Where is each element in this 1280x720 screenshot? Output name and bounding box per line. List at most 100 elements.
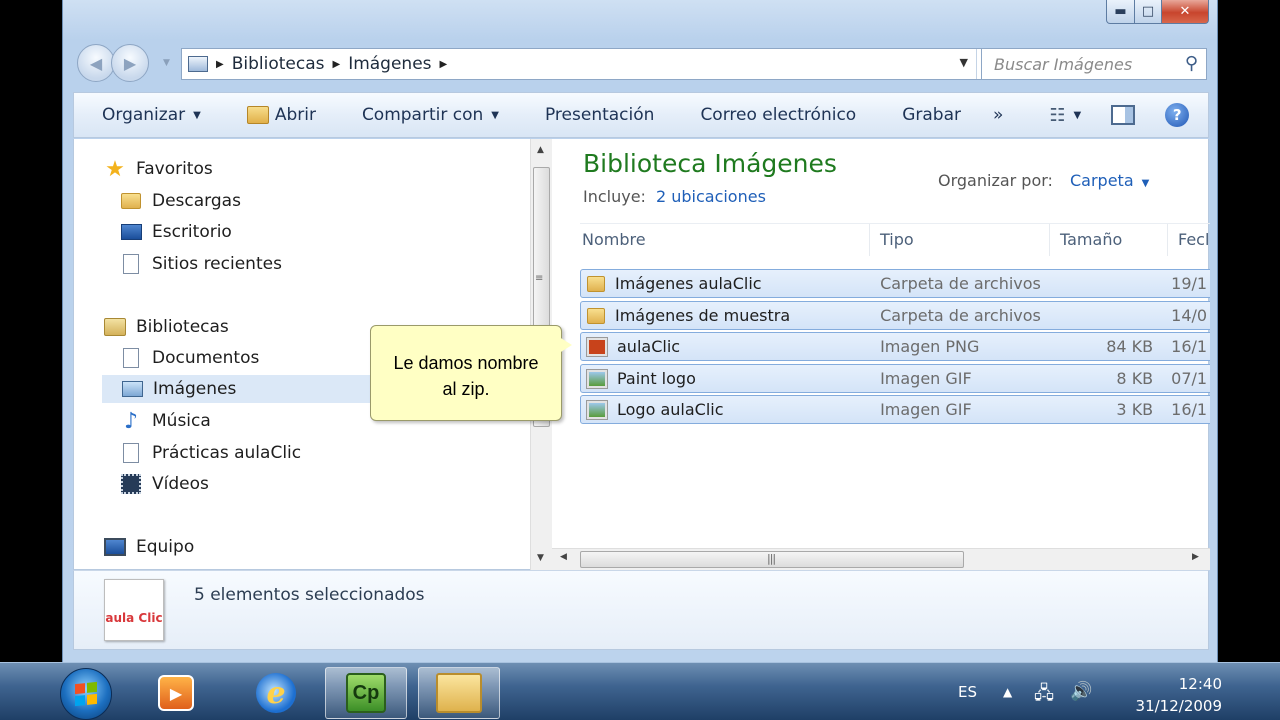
nav-item-computer[interactable]: Equipo bbox=[104, 533, 194, 561]
share-label: Compartir con bbox=[361, 105, 484, 125]
breadcrumb-bibliotecas[interactable]: Bibliotecas bbox=[232, 54, 325, 74]
share-button[interactable]: Compartir con ▼ bbox=[362, 105, 499, 125]
content-scroll-thumb[interactable]: ||| bbox=[580, 551, 964, 568]
more-icon: » bbox=[992, 105, 1004, 125]
nav-item-documents[interactable]: Documentos bbox=[120, 344, 259, 372]
preview-pane-button[interactable] bbox=[1111, 105, 1136, 125]
email-button[interactable]: Correo electrónico bbox=[700, 105, 856, 125]
star-icon: ★ bbox=[105, 156, 125, 182]
png-file-icon bbox=[586, 336, 608, 357]
file-type: Imagen GIF bbox=[880, 369, 972, 388]
file-row[interactable]: Imágenes aulaClic Carpeta de archivos 19… bbox=[580, 269, 1210, 298]
breadcrumb-arrow-icon[interactable]: ▶ bbox=[216, 59, 224, 70]
open-icon bbox=[246, 106, 269, 124]
nav-item-videos[interactable]: Vídeos bbox=[120, 470, 209, 498]
includes-label: Incluye: bbox=[583, 187, 646, 206]
nav-item-music[interactable]: ♪ Música bbox=[120, 407, 211, 435]
column-headers: Nombre Tipo Tamaño Fecl bbox=[580, 223, 1210, 256]
file-name: aulaClic bbox=[617, 337, 681, 356]
arrange-by-dropdown[interactable]: Carpeta ▼ bbox=[1070, 171, 1149, 190]
file-size: 8 KB bbox=[1116, 369, 1154, 388]
maximize-button[interactable]: □ bbox=[1135, 0, 1162, 24]
documents-icon bbox=[123, 348, 139, 368]
breadcrumb-arrow-icon[interactable]: ▶ bbox=[332, 59, 340, 70]
nav-item-downloads[interactable]: Descargas bbox=[120, 187, 241, 215]
views-button[interactable]: ☷ ▼ bbox=[1049, 105, 1081, 126]
folder-icon bbox=[587, 307, 605, 324]
nav-label: Descargas bbox=[152, 191, 241, 211]
nav-item-libraries[interactable]: Bibliotecas bbox=[104, 313, 229, 341]
locations-link[interactable]: 2 ubicaciones bbox=[656, 187, 766, 206]
desktop-icon bbox=[120, 224, 142, 240]
scroll-down-icon[interactable]: ▼ bbox=[537, 553, 544, 563]
back-button[interactable]: ◀ bbox=[77, 44, 115, 82]
search-icon[interactable]: ⚲ bbox=[1185, 53, 1198, 74]
library-includes: Incluye: 2 ubicaciones bbox=[583, 187, 766, 206]
file-row[interactable]: Paint logo Imagen GIF 8 KB 07/1 bbox=[580, 364, 1210, 393]
forward-button[interactable]: ▶ bbox=[111, 44, 149, 82]
taskbar-captivate[interactable]: Cp bbox=[325, 667, 407, 719]
nav-label: Documentos bbox=[152, 348, 260, 368]
file-row[interactable]: Imágenes de muestra Carpeta de archivos … bbox=[580, 301, 1210, 330]
column-date[interactable]: Fecl bbox=[1168, 224, 1210, 256]
scroll-right-icon[interactable]: ▶ bbox=[1192, 552, 1199, 562]
address-dropdown-icon[interactable]: ▼ bbox=[960, 56, 968, 69]
email-label: Correo electrónico bbox=[700, 105, 857, 125]
breadcrumb-arrow-icon[interactable]: ▶ bbox=[440, 59, 448, 70]
breadcrumb-imagenes[interactable]: Imágenes bbox=[348, 54, 431, 74]
explorer-window: ▬ □ ✕ ◀ ▶ ▼ ▶ Bibliotecas ▶ Imágenes ▶ ▼… bbox=[62, 0, 1218, 662]
help-button[interactable]: ? bbox=[1165, 103, 1190, 127]
nav-item-favorites[interactable]: ★ Favoritos bbox=[104, 155, 213, 183]
file-row[interactable]: aulaClic Imagen PNG 84 KB 16/1 bbox=[580, 332, 1210, 361]
organize-button[interactable]: Organizar ▼ bbox=[102, 105, 201, 125]
library-icon bbox=[188, 56, 208, 72]
nav-item-practicas[interactable]: Prácticas aulaClic bbox=[120, 439, 301, 467]
library-title: Biblioteca Imágenes bbox=[583, 149, 837, 178]
nav-item-desktop[interactable]: Escritorio bbox=[120, 218, 232, 246]
start-button[interactable] bbox=[60, 668, 112, 720]
gif-file-icon bbox=[586, 368, 608, 389]
file-row[interactable]: Logo aulaClic Imagen GIF 3 KB 16/1 bbox=[580, 395, 1210, 424]
system-clock[interactable]: 12:40 31/12/2009 bbox=[1106, 673, 1222, 717]
column-type[interactable]: Tipo bbox=[870, 224, 1050, 256]
show-hidden-icons-icon[interactable]: ▲ bbox=[1003, 685, 1012, 699]
file-type: Carpeta de archivos bbox=[880, 274, 1041, 293]
file-name: Logo aulaClic bbox=[617, 400, 724, 419]
more-button[interactable]: » bbox=[993, 105, 1003, 125]
slideshow-button[interactable]: Presentación bbox=[545, 105, 654, 125]
images-icon bbox=[121, 381, 143, 397]
burn-button[interactable]: Grabar bbox=[902, 105, 961, 125]
recent-pages-dropdown[interactable]: ▼ bbox=[163, 58, 170, 68]
windows-explorer-icon bbox=[436, 673, 482, 713]
nav-label: Bibliotecas bbox=[136, 317, 229, 337]
file-name: Imágenes aulaClic bbox=[615, 274, 762, 293]
taskbar-media-player[interactable]: ▶ bbox=[135, 667, 217, 719]
scroll-left-icon[interactable]: ◀ bbox=[560, 552, 567, 562]
open-button[interactable]: Abrir bbox=[246, 105, 316, 125]
minimize-button[interactable]: ▬ bbox=[1106, 0, 1135, 24]
file-size: 3 KB bbox=[1116, 400, 1154, 419]
language-indicator[interactable]: ES bbox=[958, 683, 977, 701]
content-horizontal-scrollbar[interactable]: ◀ ||| ▶ bbox=[552, 548, 1210, 570]
volume-icon[interactable]: 🔊 bbox=[1070, 681, 1092, 702]
address-bar[interactable]: ▶ Bibliotecas ▶ Imágenes ▶ ▼ ⇆ bbox=[181, 48, 1011, 80]
nav-label: Música bbox=[152, 411, 211, 431]
close-button[interactable]: ✕ bbox=[1162, 0, 1209, 24]
column-size[interactable]: Tamaño bbox=[1050, 224, 1168, 256]
nav-item-recent[interactable]: Sitios recientes bbox=[120, 250, 282, 278]
file-size: 84 KB bbox=[1106, 337, 1154, 356]
nav-label: Imágenes bbox=[153, 379, 237, 399]
taskbar-internet-explorer[interactable]: e bbox=[235, 667, 317, 719]
column-name[interactable]: Nombre bbox=[580, 224, 870, 256]
scroll-up-icon[interactable]: ▲ bbox=[537, 145, 544, 155]
nav-label: Escritorio bbox=[152, 222, 232, 242]
nav-label: Equipo bbox=[136, 537, 195, 557]
file-name: Imágenes de muestra bbox=[615, 306, 791, 325]
taskbar: ▶ e Cp ES ▲ 🖧 🔊 12:40 31/12/2009 bbox=[0, 662, 1280, 720]
search-input[interactable]: Buscar Imágenes ⚲ bbox=[981, 48, 1207, 80]
chevron-down-icon: ▼ bbox=[193, 109, 201, 121]
file-type: Carpeta de archivos bbox=[880, 306, 1041, 325]
taskbar-windows-explorer[interactable] bbox=[418, 667, 500, 719]
network-icon[interactable]: 🖧 bbox=[1034, 681, 1054, 711]
nav-item-images[interactable]: Imágenes bbox=[102, 375, 392, 403]
